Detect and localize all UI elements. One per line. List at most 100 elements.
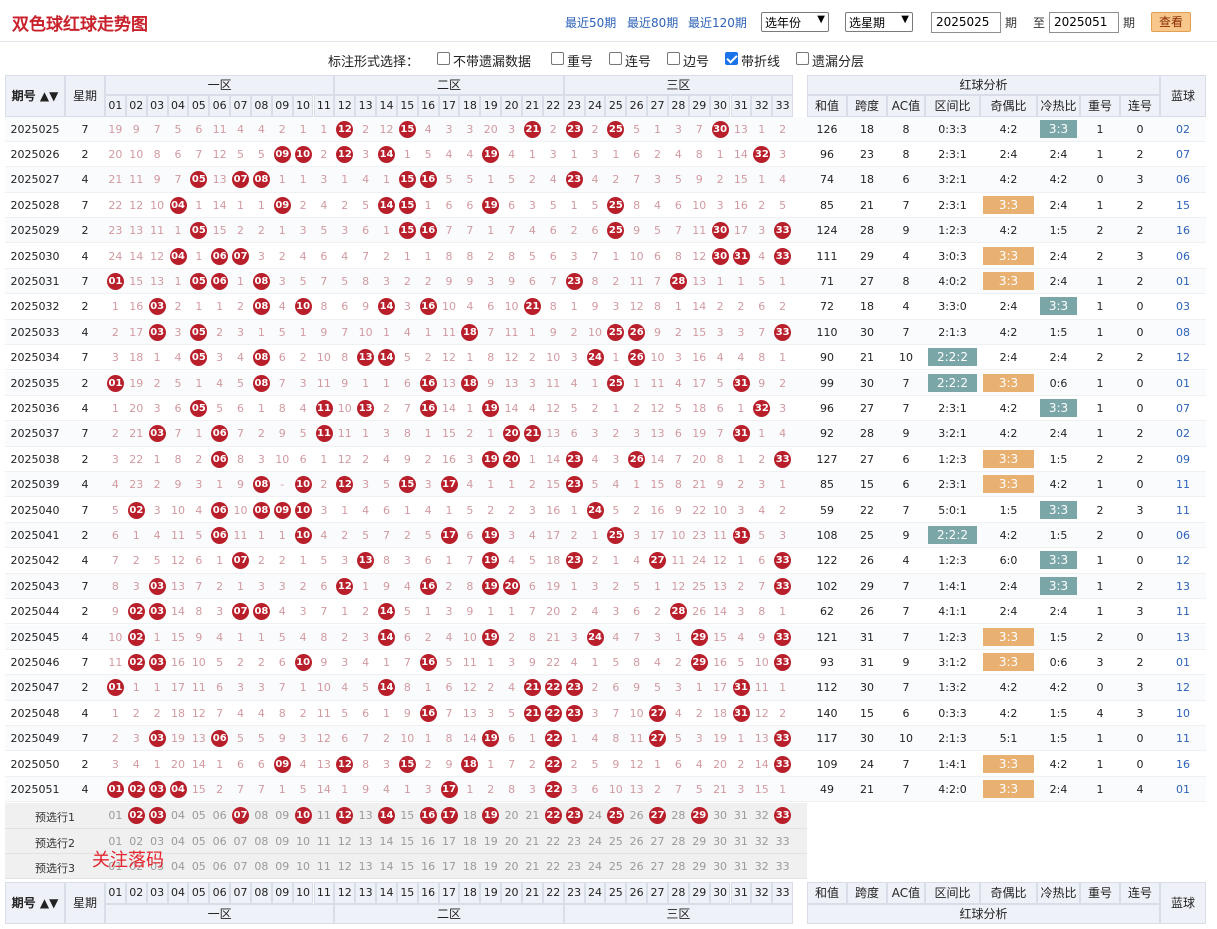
preselect-number[interactable]: 20	[501, 809, 522, 822]
preselect-number[interactable]: 08	[251, 835, 272, 848]
preselect-ball[interactable]: 10	[294, 807, 312, 825]
year-select[interactable]: 选年份 ▼	[761, 12, 829, 32]
preselect-number[interactable]: 15	[397, 835, 418, 848]
preselect-number[interactable]: 05	[188, 860, 209, 873]
preselect-number[interactable]: 23	[564, 835, 585, 848]
miss-value: 9	[341, 377, 349, 390]
preselect-number[interactable]: 05	[188, 835, 209, 848]
preselect-number[interactable]: 13	[355, 835, 376, 848]
preselect-number[interactable]: 07	[230, 835, 251, 848]
preselect-number[interactable]: 15	[397, 809, 418, 822]
query-button[interactable]: 查看	[1151, 12, 1191, 32]
preselect-number[interactable]: 16	[418, 835, 439, 848]
preselect-number[interactable]: 06	[209, 809, 230, 822]
preselect-number[interactable]: 28	[668, 809, 689, 822]
preselect-number[interactable]: 26	[626, 809, 647, 822]
recent-50-link[interactable]: 最近50期	[565, 14, 616, 31]
preselect-number[interactable]: 15	[397, 860, 418, 873]
preselect-number[interactable]: 31	[731, 860, 752, 873]
preselect-number[interactable]: 08	[251, 809, 272, 822]
preselect-number[interactable]: 11	[314, 835, 335, 848]
preselect-number[interactable]: 28	[668, 835, 689, 848]
preselect-number[interactable]: 27	[647, 860, 668, 873]
checkbox-polyline[interactable]	[725, 52, 738, 65]
preselect-number[interactable]: 10	[293, 835, 314, 848]
preselect-ball[interactable]: 17	[440, 807, 458, 825]
preselect-number[interactable]: 16	[418, 860, 439, 873]
from-issue-input[interactable]: 2025025	[931, 12, 1001, 33]
preselect-number[interactable]: 30	[710, 835, 731, 848]
checkbox-repeat[interactable]	[551, 52, 564, 65]
preselect-number[interactable]: 18	[459, 835, 480, 848]
preselect-number[interactable]: 29	[689, 835, 710, 848]
preselect-number[interactable]: 21	[522, 860, 543, 873]
preselect-number[interactable]: 13	[355, 809, 376, 822]
preselect-number[interactable]: 26	[626, 860, 647, 873]
preselect-number[interactable]: 09	[272, 860, 293, 873]
preselect-number[interactable]: 12	[334, 860, 355, 873]
preselect-number[interactable]: 08	[251, 860, 272, 873]
preselect-ball[interactable]: 03	[148, 807, 166, 825]
miss-value: 15	[692, 325, 707, 339]
preselect-number[interactable]: 33	[772, 860, 793, 873]
preselect-ball[interactable]: 23	[565, 807, 583, 825]
preselect-number[interactable]: 20	[501, 835, 522, 848]
preselect-number[interactable]: 04	[168, 835, 189, 848]
preselect-number[interactable]: 26	[626, 835, 647, 848]
preselect-number[interactable]: 22	[543, 835, 564, 848]
preselect-number[interactable]: 06	[209, 835, 230, 848]
preselect-number[interactable]: 21	[522, 809, 543, 822]
preselect-number[interactable]: 18	[459, 809, 480, 822]
preselect-number[interactable]: 30	[710, 860, 731, 873]
checkbox-layer[interactable]	[796, 52, 809, 65]
preselect-number[interactable]: 24	[585, 809, 606, 822]
checkbox-edge[interactable]	[667, 52, 680, 65]
preselect-number[interactable]: 10	[293, 860, 314, 873]
week-select[interactable]: 选星期 ▼	[845, 12, 913, 32]
preselect-number[interactable]: 05	[188, 809, 209, 822]
to-issue-input[interactable]: 2025051	[1049, 12, 1119, 33]
preselect-number[interactable]: 21	[522, 835, 543, 848]
preselect-number[interactable]: 04	[168, 809, 189, 822]
preselect-number[interactable]: 12	[334, 835, 355, 848]
preselect-number[interactable]: 24	[585, 835, 606, 848]
preselect-number[interactable]: 04	[168, 860, 189, 873]
preselect-number[interactable]: 14	[376, 835, 397, 848]
preselect-number[interactable]: 27	[647, 835, 668, 848]
preselect-number[interactable]: 13	[355, 860, 376, 873]
preselect-number[interactable]: 09	[272, 809, 293, 822]
preselect-number[interactable]: 32	[751, 809, 772, 822]
preselect-number[interactable]: 32	[751, 835, 772, 848]
preselect-number[interactable]: 25	[605, 860, 626, 873]
checkbox-consecutive[interactable]	[609, 52, 622, 65]
preselect-number[interactable]: 07	[230, 860, 251, 873]
preselect-number[interactable]: 18	[459, 860, 480, 873]
preselect-number[interactable]: 11	[314, 860, 335, 873]
preselect-number[interactable]: 25	[605, 835, 626, 848]
preselect-number[interactable]: 19	[480, 835, 501, 848]
recent-120-link[interactable]: 最近120期	[688, 14, 747, 31]
preselect-number[interactable]: 33	[772, 835, 793, 848]
preselect-number[interactable]: 29	[689, 860, 710, 873]
preselect-number[interactable]: 28	[668, 860, 689, 873]
miss-value: 1	[403, 148, 411, 162]
preselect-number[interactable]: 11	[314, 809, 335, 822]
recent-80-link[interactable]: 最近80期	[627, 14, 678, 31]
preselect-number[interactable]: 14	[376, 860, 397, 873]
preselect-number[interactable]: 09	[272, 835, 293, 848]
preselect-number[interactable]: 20	[501, 860, 522, 873]
preselect-number[interactable]: 06	[209, 860, 230, 873]
preselect-number[interactable]: 22	[543, 860, 564, 873]
preselect-number[interactable]: 31	[731, 809, 752, 822]
preselect-number[interactable]: 24	[585, 860, 606, 873]
preselect-number[interactable]: 19	[480, 860, 501, 873]
preselect-number[interactable]: 31	[731, 835, 752, 848]
preselect-number[interactable]: 23	[564, 860, 585, 873]
miss-value: 13	[129, 223, 144, 237]
checkbox-no-miss[interactable]	[437, 52, 450, 65]
preselect-number[interactable]: 17	[439, 835, 460, 848]
preselect-number[interactable]: 01	[105, 809, 126, 822]
preselect-number[interactable]: 30	[710, 809, 731, 822]
preselect-number[interactable]: 17	[439, 860, 460, 873]
preselect-number[interactable]: 32	[751, 860, 772, 873]
